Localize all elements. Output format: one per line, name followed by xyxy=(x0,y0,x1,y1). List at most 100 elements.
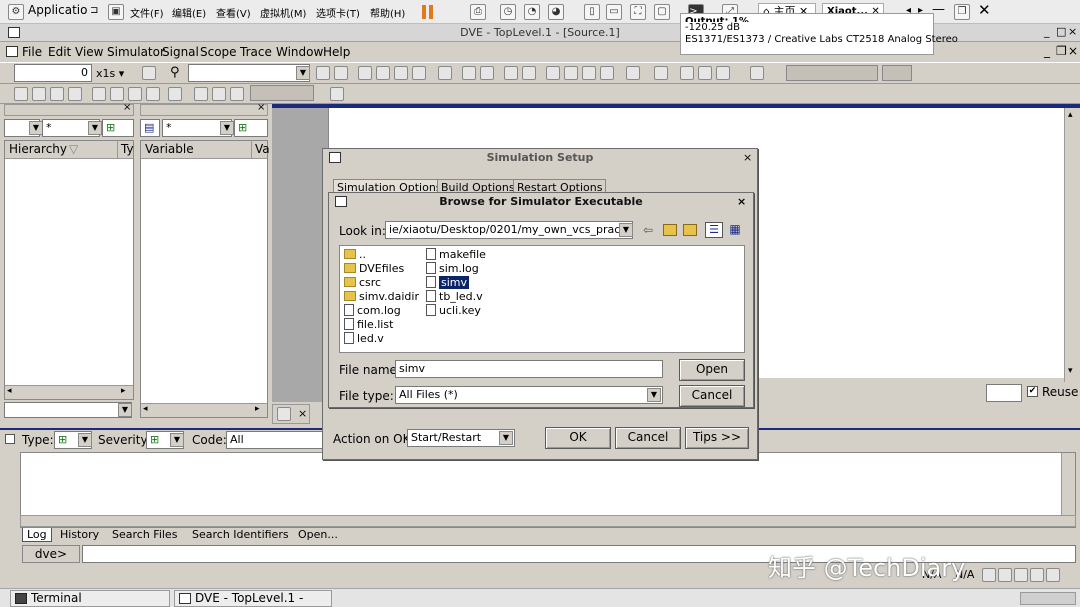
sim-setup-menu-icon[interactable] xyxy=(329,152,341,163)
print-icon[interactable]: ⎙ xyxy=(470,4,486,20)
list-view-icon[interactable]: ☰ xyxy=(705,222,723,238)
mdi-close-icon[interactable]: × xyxy=(1068,44,1078,58)
menu-view[interactable]: View xyxy=(75,45,103,59)
tool-icon-15[interactable] xyxy=(600,66,614,80)
tool-icon-20[interactable] xyxy=(716,66,730,80)
applications-icon[interactable]: ⚙ xyxy=(8,4,24,20)
vm-window-icon[interactable]: ▣ xyxy=(108,4,124,20)
tool-icon-17[interactable] xyxy=(654,66,668,80)
file-list[interactable]: .. DVEfiles csrc simv.daidir com.log fil… xyxy=(339,245,745,353)
reuse-checkbox[interactable]: ✔ xyxy=(1027,386,1038,397)
console-toggle-icon[interactable] xyxy=(5,434,15,444)
tips-button[interactable]: Tips >> xyxy=(685,427,749,449)
tool-icon-7[interactable] xyxy=(438,66,452,80)
tool-icon-10[interactable] xyxy=(504,66,518,80)
hierarchy-hscroll[interactable]: ◂ ▸ xyxy=(5,385,133,399)
host-back-icon[interactable]: ⊐ xyxy=(90,5,98,16)
tab-history[interactable]: History xyxy=(60,528,99,541)
severity-dropdown-icon[interactable]: ▼ xyxy=(170,433,184,447)
tab-search-identifiers[interactable]: Search Identifiers xyxy=(192,528,289,541)
doc-icon[interactable] xyxy=(6,46,18,57)
variable-hscroll[interactable]: ◂ ▸ xyxy=(141,403,267,417)
mdi-minimize-icon[interactable]: _ xyxy=(1044,44,1050,58)
tool-icon-21[interactable] xyxy=(750,66,764,80)
taskbar-terminal[interactable]: Terminal xyxy=(10,590,170,607)
variable-col-value[interactable]: Va xyxy=(251,141,270,158)
action-dropdown-icon[interactable]: ▼ xyxy=(499,431,513,445)
zoom-fit-icon[interactable] xyxy=(92,87,106,101)
variable-filter-dropdown-icon[interactable]: ▼ xyxy=(220,121,234,135)
file-type-dropdown-icon[interactable]: ▼ xyxy=(647,388,661,402)
menu-edit[interactable]: Edit xyxy=(48,45,71,59)
variable-type-select[interactable]: ⊞ xyxy=(234,119,268,137)
mdi-restore-icon[interactable]: ❐ xyxy=(1056,44,1067,58)
list-item[interactable]: .. xyxy=(344,248,366,262)
hierarchy-bottom-dropdown-icon[interactable]: ▼ xyxy=(118,403,132,417)
menu-help[interactable]: Help xyxy=(323,45,350,59)
tab-open[interactable]: Open... xyxy=(298,528,338,541)
tool-icon-18[interactable] xyxy=(680,66,694,80)
list-item[interactable]: makefile xyxy=(426,248,486,262)
var-scroll-left-icon[interactable]: ◂ xyxy=(143,404,148,414)
status-icon-3[interactable] xyxy=(1014,568,1028,582)
pan-icon[interactable] xyxy=(68,87,82,101)
tool-icon-4[interactable] xyxy=(376,66,390,80)
menu-file[interactable]: File xyxy=(22,45,42,59)
manage-snapshot-icon[interactable]: ◕ xyxy=(548,4,564,20)
applications-menu[interactable]: Applicatio xyxy=(28,3,87,17)
layout-icon[interactable]: ▯ xyxy=(584,4,600,20)
zoom-in-icon[interactable] xyxy=(32,87,46,101)
zoom-next-icon[interactable] xyxy=(128,87,142,101)
restore-icon[interactable]: ❐ xyxy=(954,4,970,20)
source-tab[interactable]: × xyxy=(272,404,310,424)
hierarchy-col-type[interactable]: Ty xyxy=(117,141,134,158)
host-menu-file[interactable]: 文件(F) xyxy=(130,5,164,20)
tool-icon-13[interactable] xyxy=(564,66,578,80)
menu-trace[interactable]: Trace xyxy=(240,45,272,59)
variable-header[interactable]: Variable Va xyxy=(141,141,270,159)
browse-menu-icon[interactable] xyxy=(335,196,347,207)
grid-icon-2[interactable] xyxy=(212,87,226,101)
fullscreen-icon[interactable]: ⛶ xyxy=(630,4,646,20)
scroll-right-icon[interactable]: ▸ xyxy=(121,386,126,396)
variable-dock-close-icon[interactable]: × xyxy=(257,102,265,113)
hierarchy-type-select[interactable]: ⊞ xyxy=(102,119,134,137)
tool-icon-8[interactable] xyxy=(462,66,476,80)
file-type-select[interactable]: All Files (*) xyxy=(395,386,663,404)
zoom-prev-icon[interactable] xyxy=(110,87,124,101)
type-dropdown-icon[interactable]: ▼ xyxy=(78,433,92,447)
zoom-area-icon[interactable] xyxy=(146,87,160,101)
simulation-setup-titlebar[interactable]: Simulation Setup × xyxy=(323,149,757,167)
status-icon-2[interactable] xyxy=(998,568,1012,582)
hierarchy-header[interactable]: Hierarchy ▽ Ty xyxy=(5,141,134,159)
tool-icon-11[interactable] xyxy=(522,66,536,80)
list-item[interactable]: ucli.key xyxy=(426,304,481,318)
file-name-input[interactable]: simv xyxy=(395,360,663,378)
list-item[interactable]: simv.daidir xyxy=(344,290,419,304)
source-vscroll[interactable]: ▴ ▾ xyxy=(1064,108,1078,382)
tool-icon-1[interactable] xyxy=(316,66,330,80)
time-input[interactable]: 0 xyxy=(14,64,92,82)
browse-titlebar[interactable]: Browse for Simulator Executable × xyxy=(329,193,753,211)
menu-scope[interactable]: Scope xyxy=(200,45,237,59)
hierarchy-scope-dropdown-icon[interactable]: ▼ xyxy=(29,121,43,135)
sim-setup-cancel-button[interactable]: Cancel xyxy=(615,427,681,449)
time-unit-select[interactable]: x1s ▾ xyxy=(96,67,124,80)
layout2-icon[interactable]: ▭ xyxy=(606,4,622,20)
find-input[interactable] xyxy=(188,64,310,82)
list-item[interactable]: com.log xyxy=(344,304,401,318)
status-icon-4[interactable] xyxy=(1030,568,1044,582)
host-menu-view[interactable]: 查看(V) xyxy=(216,5,251,20)
hierarchy-dock-close-icon[interactable]: × xyxy=(123,102,131,113)
pointer-icon[interactable] xyxy=(14,87,28,101)
list-item[interactable]: sim.log xyxy=(426,262,479,276)
scroll-left-icon[interactable]: ◂ xyxy=(7,386,12,396)
run-icon[interactable] xyxy=(142,66,156,80)
list-item[interactable]: DVEfiles xyxy=(344,262,404,276)
variable-view-icon[interactable]: ▤ xyxy=(140,119,160,137)
sim-setup-ok-button[interactable]: OK xyxy=(545,427,611,449)
host-menu-tabs[interactable]: 选项卡(T) xyxy=(316,5,360,20)
tab-search-files[interactable]: Search Files xyxy=(112,528,177,541)
hierarchy-bottom-select[interactable] xyxy=(4,402,132,418)
sim-setup-close-icon[interactable]: × xyxy=(743,149,752,167)
